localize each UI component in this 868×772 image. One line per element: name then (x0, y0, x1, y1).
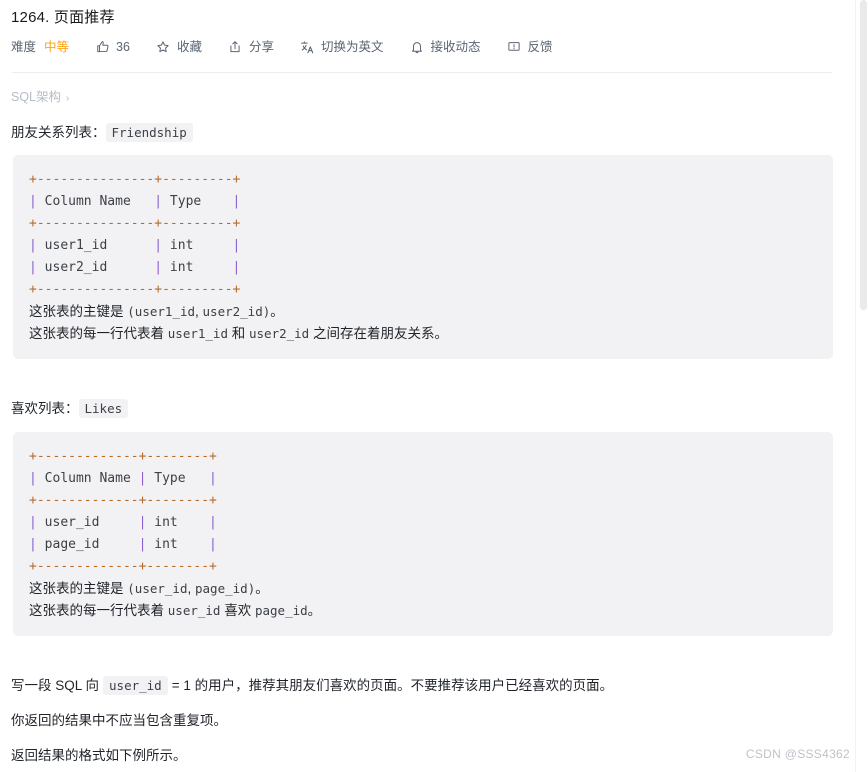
table1-caption: 朋友关系列表： (11, 125, 106, 140)
bell-icon (409, 40, 424, 55)
table2-code-block: +-------------+--------+ | Column Name |… (13, 432, 833, 636)
table2-name: Likes (78, 399, 129, 418)
thumbs-up-icon (95, 40, 110, 55)
prompt-inline-code: user_id (103, 676, 168, 695)
content-edge-line (855, 0, 856, 772)
translate-icon (300, 40, 315, 55)
subscribe-label: 接收动态 (430, 40, 481, 54)
scrollbar-thumb[interactable] (860, 0, 867, 310)
breadcrumb-label: SQL架构 (11, 90, 62, 104)
favorite-label: 收藏 (176, 40, 202, 54)
favorite-button[interactable]: 收藏 (156, 38, 202, 56)
share-button[interactable]: 分享 (228, 38, 274, 56)
share-label: 分享 (248, 40, 274, 54)
table1-name: Friendship (105, 123, 193, 142)
header-divider (12, 72, 832, 73)
prompt-line-3: 返回结果的格式如下例所示。 (11, 748, 187, 763)
table2-note-2: 这张表的每一行代表着 user_id 喜欢 page_id。 (29, 603, 322, 618)
prompt-line-1: 写一段 SQL 向 user_id = 1 的用户，推荐其朋友们喜欢的页面。不要推荐… (11, 675, 613, 697)
problem-page: 1264. 页面推荐 难度 中等 36 收藏 分享 切换为英文 接收动态 反馈 … (0, 0, 868, 772)
difficulty-value: 中等 (44, 40, 70, 54)
table1-note-2: 这张表的每一行代表着 user1_id 和 user2_id 之间存在着朋友关系… (29, 326, 448, 341)
feedback-icon (507, 40, 522, 55)
table2-caption: 喜欢列表： (11, 401, 79, 416)
breadcrumb[interactable]: SQL架构 › (11, 88, 69, 108)
like-count: 36 (116, 40, 130, 54)
table1-caption-row: 朋友关系列表： Friendship (11, 122, 193, 144)
table1-note-1: 这张表的主键是 (user1_id, user2_id)。 (29, 304, 284, 319)
feedback-button[interactable]: 反馈 (507, 38, 553, 56)
scrollbar-track[interactable] (859, 0, 868, 772)
prompt-part-2: = 1 的用户，推荐其朋友们喜欢的页面。不要推荐该用户已经喜欢的页面。 (171, 678, 614, 693)
table2-caption-row: 喜欢列表： Likes (11, 398, 129, 420)
table2-note-1: 这张表的主键是 (user_id, page_id)。 (29, 581, 269, 596)
share-icon (228, 40, 243, 55)
table1-ascii: +---------------+---------+ | Column Nam… (29, 172, 241, 297)
feedback-label: 反馈 (527, 40, 553, 54)
difficulty-label: 难度 (11, 40, 37, 54)
translate-button[interactable]: 切换为英文 (300, 38, 384, 56)
star-icon (156, 40, 171, 55)
prompt-line-2: 你返回的结果中不应当包含重复项。 (11, 713, 227, 728)
difficulty-group: 难度 中等 (11, 38, 69, 56)
page-title: 1264. 页面推荐 (11, 9, 115, 26)
table2-ascii: +-------------+--------+ | Column Name |… (29, 449, 217, 574)
like-button[interactable]: 36 (95, 38, 130, 56)
problem-meta-bar: 难度 中等 36 收藏 分享 切换为英文 接收动态 反馈 (11, 38, 553, 56)
prompt-part-1: 写一段 SQL 向 (11, 678, 100, 693)
table1-code-block: +---------------+---------+ | Column Nam… (13, 155, 833, 359)
chevron-right-icon: › (66, 93, 70, 104)
subscribe-button[interactable]: 接收动态 (409, 38, 481, 56)
watermark: CSDN @SSS4362 (745, 747, 850, 761)
translate-label: 切换为英文 (320, 40, 384, 54)
